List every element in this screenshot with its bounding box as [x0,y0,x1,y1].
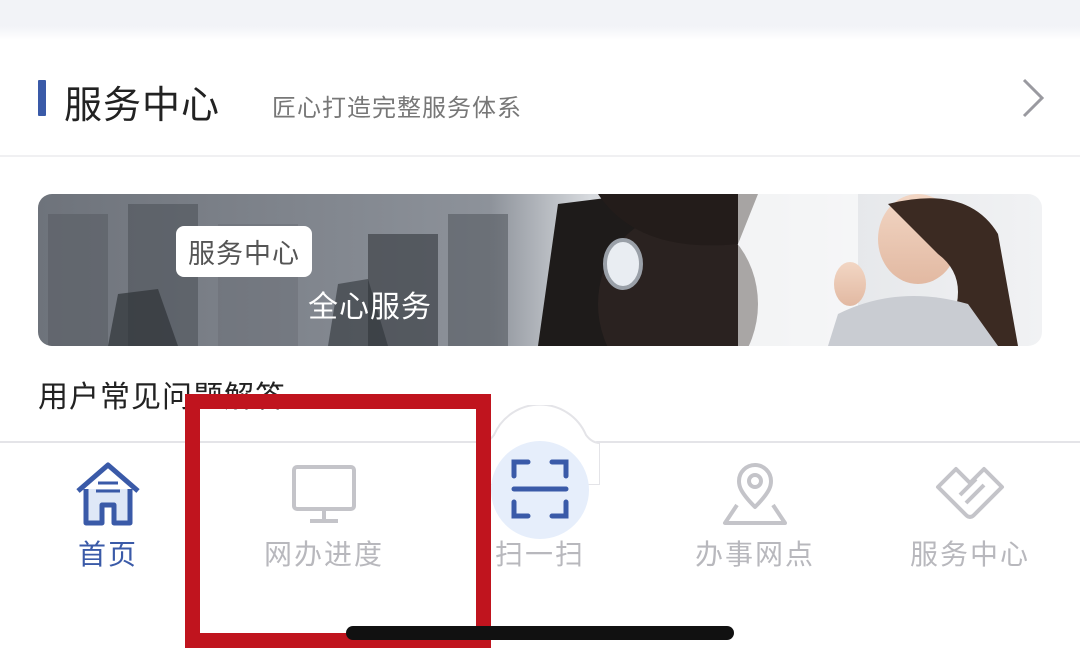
tab-online-progress-label: 网办进度 [263,538,384,571]
home-indicator[interactable] [346,626,734,640]
scan-icon [511,459,569,519]
scan-button-circle [491,441,589,539]
banner-tag: 服务中心 [176,226,312,277]
section-divider [0,155,1080,157]
banner-headline: 全心服务 [308,290,432,325]
map-pin-icon [723,463,787,525]
faq-link[interactable]: 用户常见问题解答 [38,372,286,416]
tab-online-progress[interactable]: 网办进度 [234,441,414,591]
tab-home[interactable]: 首页 [18,441,198,591]
service-center-header[interactable]: 服务中心 匠心打造完整服务体系 [0,40,1080,156]
tab-service-outlets-label: 办事网点 [694,538,815,571]
section-subtitle: 匠心打造完整服务体系 [272,94,522,122]
tab-service-outlets[interactable]: 办事网点 [665,441,845,591]
top-strip [0,0,1080,40]
service-handshake-icon [936,467,1004,519]
section-title: 服务中心 [64,83,221,127]
home-icon [76,462,140,526]
tab-scan[interactable]: 扫一扫 [450,441,630,591]
title-accent-bar [38,80,46,116]
monitor-icon [292,465,356,523]
tab-service-center-label: 服务中心 [909,538,1030,571]
tab-scan-label: 扫一扫 [494,538,585,571]
tab-service-center[interactable]: 服务中心 [880,441,1060,591]
chevron-right-icon[interactable] [1012,74,1052,122]
service-banner[interactable]: 服务中心 全心服务 [38,194,1042,346]
tab-home-label: 首页 [77,538,138,571]
